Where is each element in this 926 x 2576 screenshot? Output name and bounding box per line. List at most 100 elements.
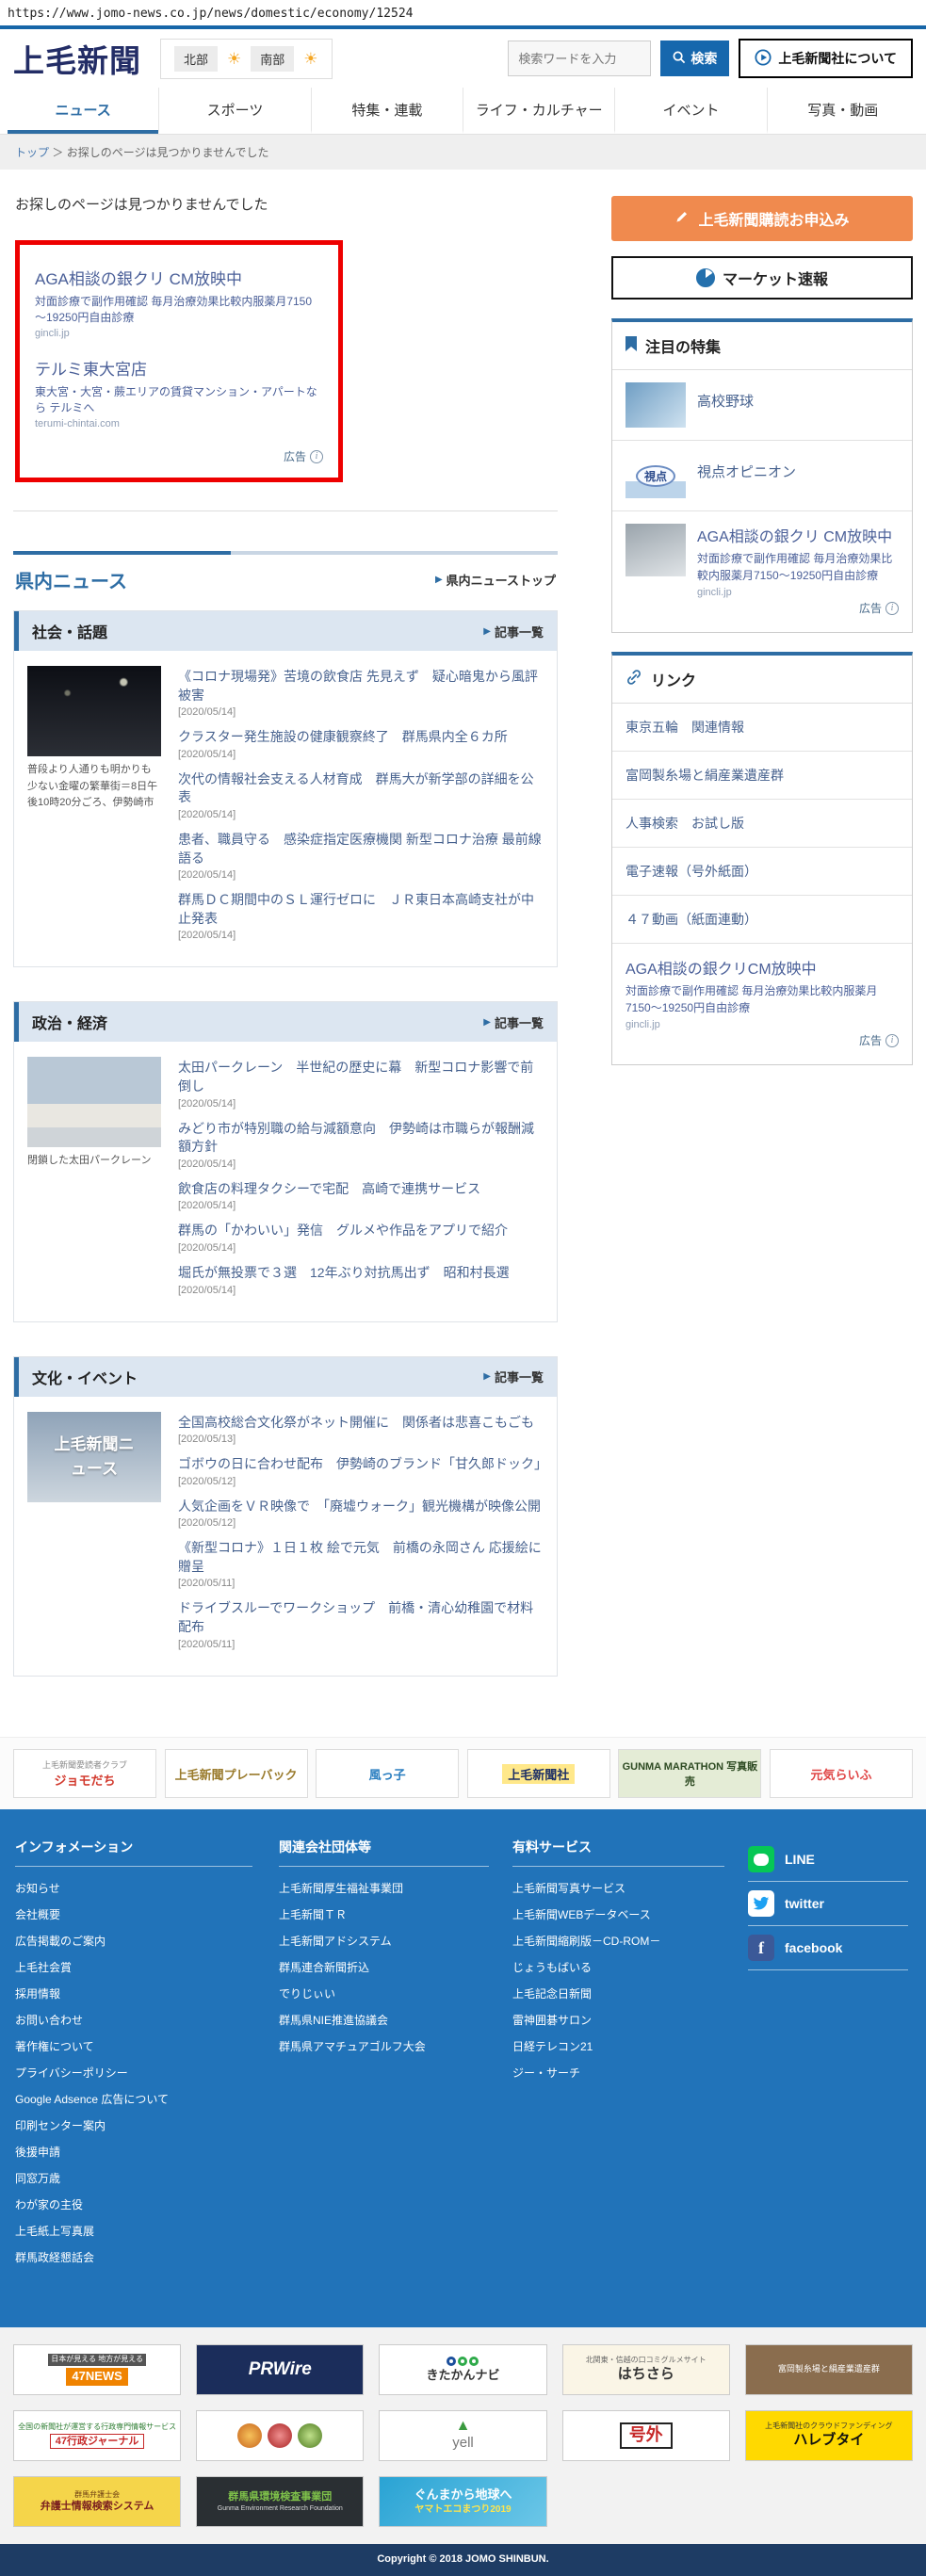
article-thumbnail[interactable] [27,1057,161,1148]
sidebar-link[interactable]: ４７動画（紙面連動） [612,896,912,944]
sidebar-ad[interactable]: AGA相談の銀クリCM放映中 対面診療で副作用確認 毎月治療効果比較内服薬月71… [612,944,912,1064]
social-facebook-link[interactable]: f facebook [748,1926,908,1970]
footer-link[interactable]: 群馬連合新聞折込 [279,1959,512,1975]
footer-link[interactable]: プライバシーポリシー [15,2065,279,2081]
article-list-link[interactable]: ▶ 記事一覧 [483,1013,544,1031]
article-link[interactable]: 患者、職員守る 感染症指定医療機関 新型コロナ治療 最前線語る [178,832,542,866]
market-report-button[interactable]: マーケット速報 [611,256,913,300]
article-link[interactable]: 飲食店の料理タクシーで宅配 高崎で連携サービス [178,1181,480,1196]
article-thumbnail[interactable]: 上毛新聞ニュース [27,1411,161,1502]
article-list-link[interactable]: ▶ 記事一覧 [483,1368,544,1385]
banner-kitakan-navi[interactable]: きたかんナビ [379,2344,547,2395]
search-button[interactable]: 検索 [660,41,730,76]
ad-info-icon[interactable]: i [310,449,323,463]
sidebar-link[interactable]: 東京五輪 関連情報 [612,704,912,752]
banner-harebutai[interactable]: 上毛新聞社のクラウドファンディング ハレブタイ [744,2410,913,2461]
footer-link[interactable]: 採用情報 [15,1985,279,2001]
article-link[interactable]: 《コロナ現場発》苦境の飲食店 先見えず 疑心暗鬼から風評被害 [178,669,538,703]
banner-lawyer-search[interactable]: 群馬弁護士会 弁護士情報検索システム [13,2476,182,2527]
tab-news[interactable]: ニュース [8,88,159,134]
tab-life-culture[interactable]: ライフ・カルチャー [462,88,614,134]
ad-title[interactable]: AGA相談の銀クリ CM放映中 [35,266,323,289]
footer-link[interactable]: Google Adsence 広告について [15,2091,279,2107]
sidebar-link[interactable]: 富岡製糸場と絹産業遺産群 [612,752,912,800]
footer-link[interactable]: 上毛新聞厚生福祉事業団 [279,1880,512,1896]
footer-link[interactable]: 上毛新聞写真サービス [512,1880,748,1896]
footer-link[interactable]: 上毛社会賞 [15,1959,279,1975]
footer-link[interactable]: お知らせ [15,1880,279,1896]
sidebar-link[interactable]: 電子速報（号外紙面） [612,848,912,896]
banner-47news[interactable]: 日本が見える 地方が見える 47NEWS [13,2344,182,2395]
footer-link[interactable]: 上毛新聞WEBデータベース [512,1906,748,1922]
ad-choices[interactable]: 広告 i [35,446,323,468]
partner-logo-gunma-marathon[interactable]: GUNMA MARATHON 写真販売 [618,1749,762,1798]
sidebar-ad[interactable]: AGA相談の銀クリ CM放映中 対面診療で副作用確認 毎月治療効果比較内服薬月7… [612,511,912,632]
footer-link[interactable]: お問い合わせ [15,2012,279,2028]
tab-events[interactable]: イベント [614,88,766,134]
article-link[interactable]: クラスター発生施設の健康観察終了 群馬県内全６カ所 [178,729,508,744]
ad-choices[interactable]: 広告 i [625,1030,899,1052]
footer-link[interactable]: 上毛記念日新聞 [512,1985,748,2001]
banner-gourmet[interactable] [196,2410,365,2461]
social-twitter-link[interactable]: twitter [748,1882,908,1926]
article-link[interactable]: 群馬ＤＣ期間中のＳＬ運行ゼロに ＪＲ東日本高崎支社が中止発表 [178,892,534,926]
sidebar-link[interactable]: 人事検索 お試し版 [612,800,912,848]
banner-prwire[interactable]: PRWire [196,2344,365,2395]
footer-link[interactable]: 雷神囲碁サロン [512,2012,748,2028]
tab-features[interactable]: 特集・連載 [310,88,463,134]
article-list-link[interactable]: ▶ 記事一覧 [483,623,544,640]
article-link[interactable]: みどり市が特別職の給与減額意向 伊勢崎は市職らが報酬減額方針 [178,1121,534,1155]
article-link[interactable]: 全国高校総合文化祭がネット開催に 関係者は悲喜こもごも [178,1415,534,1430]
footer-link[interactable]: 後援申請 [15,2144,279,2160]
banner-hachisara[interactable]: 北関東・信越の口コミグルメサイト はちさら [561,2344,730,2395]
article-thumbnail[interactable] [27,666,161,756]
partner-logo-jomodachi[interactable]: 上毛新聞愛読者クラブ ジョモだち [13,1749,156,1798]
article-link[interactable]: ドライブスルーでワークショップ 前橋・清心幼稚園で材料配布 [178,1600,533,1634]
article-link[interactable]: 《新型コロナ》１日１枚 絵で元気 前橋の永岡さん 応援絵に贈呈 [178,1540,542,1574]
footer-link[interactable]: でりじぃい [279,1985,512,2001]
ad-title[interactable]: AGA相談の銀クリ CM放映中 [697,524,899,546]
tab-photo-video[interactable]: 写真・動画 [766,88,918,134]
footer-link[interactable]: 上毛新聞縮刷版－CD-ROM－ [512,1933,748,1949]
footer-link[interactable]: わが家の主役 [15,2196,279,2212]
article-link[interactable]: 太田パークレーン 半世紀の歴史に幕 新型コロナ影響で前倒し [178,1060,533,1094]
featured-item-shiten-opinion[interactable]: 視点 視点オピニオン [612,441,912,511]
subscribe-button[interactable]: 上毛新聞購読お申込み [611,196,913,241]
article-link[interactable]: 人気企画をＶＲ映像で 「廃墟ウォーク」観光機構が映像公開 [178,1499,541,1514]
footer-link[interactable]: 日経テレコン21 [512,2038,748,2054]
footer-link[interactable]: 上毛新聞アドシステム [279,1933,512,1949]
banner-environment-foundation[interactable]: 群馬県環境検査事業団 Gunma Environment Research Fou… [196,2476,365,2527]
text-ad[interactable]: AGA相談の銀クリ CM放映中 対面診療で副作用確認 毎月治療効果比較内服薬月7… [35,266,323,339]
footer-link[interactable]: 上毛紙上写真展 [15,2223,279,2239]
featured-item-koko-yakyu[interactable]: 高校野球 [612,370,912,441]
tab-sports[interactable]: スポーツ [158,88,310,134]
footer-link[interactable]: 群馬県NIE推進協議会 [279,2012,512,2028]
banner-eco-festival[interactable]: ぐんまから地球へ ヤマトエコまつり2019 [379,2476,547,2527]
footer-link[interactable]: 同窓万歳 [15,2170,279,2186]
footer-link[interactable]: 上毛新聞ＴＲ [279,1906,512,1922]
banner-yell[interactable]: ▲ yell [379,2410,547,2461]
about-company-button[interactable]: 上毛新聞社について [739,39,913,78]
kennai-top-link[interactable]: ▶ 県内ニューストップ [435,571,556,589]
ad-info-icon[interactable]: i [885,601,899,615]
social-line-link[interactable]: LINE [748,1838,908,1882]
footer-link[interactable]: 広告掲載のご案内 [15,1933,279,1949]
footer-link[interactable]: ジー・サーチ [512,2065,748,2081]
partner-logo-kazekko[interactable]: 風っ子 [316,1749,460,1798]
partner-logo-playback[interactable]: 上毛新聞プレーバック [164,1749,308,1798]
footer-link[interactable]: じょうもばいる [512,1959,748,1975]
search-input[interactable] [508,41,652,76]
text-ad[interactable]: テルミ東大宮店 東大宮・大宮・蕨エリアの賃貸マンション・アパートなら テルミへ … [35,356,323,429]
article-link[interactable]: ゴボウの日に合わせ配布 伊勢崎のブランド「甘久郎ドック」 [178,1456,547,1471]
partner-logo-genki-life[interactable]: 元気らいふ [769,1749,913,1798]
footer-link[interactable]: 会社概要 [15,1906,279,1922]
article-link[interactable]: 群馬の「かわいい」発信 グルメや作品をアプリで紹介 [178,1223,508,1238]
footer-link[interactable]: 著作権について [15,2038,279,2054]
ad-info-icon[interactable]: i [885,1033,899,1047]
article-link[interactable]: 堀氏が無投票で３選 12年ぶり対抗馬出ず 昭和村長選 [178,1265,510,1280]
ad-title[interactable]: AGA相談の銀クリCM放映中 [625,956,899,979]
banner-tomioka-silk-mill[interactable]: 富岡製糸場と絹産業遺産群 [744,2344,913,2395]
ad-choices[interactable]: 広告 i [625,598,899,620]
article-link[interactable]: 次代の情報社会支える人材育成 群馬大が新学部の詳細を公表 [178,771,534,805]
footer-link[interactable]: 群馬政経懇話会 [15,2249,279,2265]
